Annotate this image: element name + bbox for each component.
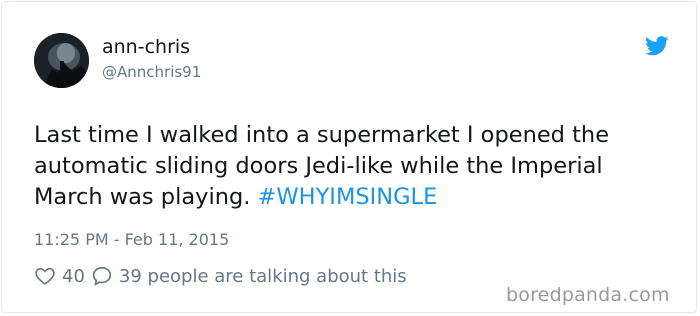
replies-text[interactable]: 39 people are talking about this [119,266,407,287]
engagement-stats: 40 39 people are talking about this [34,264,407,288]
heart-icon[interactable] [34,265,56,287]
speech-bubble-icon[interactable] [91,265,113,287]
avatar-photo-icon [34,33,89,88]
avatar[interactable] [34,33,89,88]
display-name[interactable]: ann-chris [102,35,190,59]
tweet-card: ann-chris @Annchris91 Last time I walked… [1,1,697,313]
user-handle[interactable]: @Annchris91 [102,62,201,82]
hashtag-link[interactable]: #WHYIMSINGLE [258,184,438,210]
twitter-bird-icon[interactable] [645,36,669,56]
like-count[interactable]: 40 [62,266,85,287]
watermark: boredpanda.com [506,284,670,306]
tweet-timestamp[interactable]: 11:25 PM - Feb 11, 2015 [34,229,229,251]
tweet-text: Last time I walked into a supermarket I … [34,120,674,213]
